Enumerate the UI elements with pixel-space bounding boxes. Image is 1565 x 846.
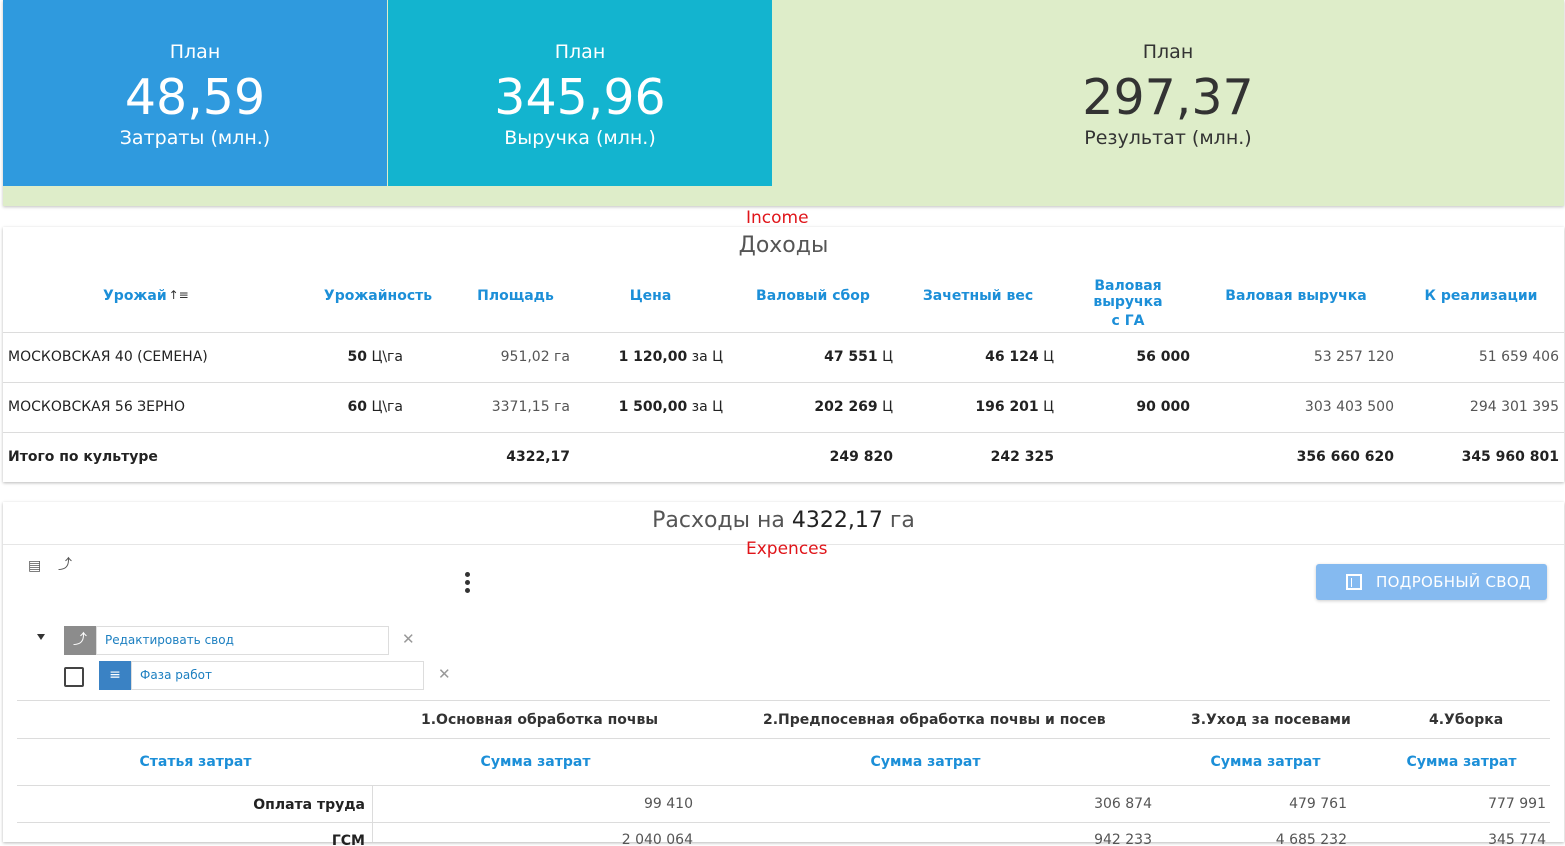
cell-area: 3371,15 га xyxy=(491,399,570,415)
divider xyxy=(3,382,1564,383)
col-header-label: Валовая выручка xyxy=(1093,278,1163,310)
total-area: 4322,17 xyxy=(506,449,570,465)
cell-gross-revenue: 303 403 500 xyxy=(1304,399,1394,415)
cell-sum: 99 410 xyxy=(644,796,693,812)
cell-sum: 777 991 xyxy=(1488,796,1546,812)
expenses-title: Расходы на 4322,17 га xyxy=(3,508,1564,533)
cell-yield: 60 Ц\га xyxy=(347,399,403,415)
col-header-gross-revenue[interactable]: Валовая выручка xyxy=(1221,288,1371,304)
cell-gross-revenue-ha: 56 000 xyxy=(1136,349,1190,365)
total-label: Итого по культуре xyxy=(8,449,158,465)
cell-for-sale: 294 301 395 xyxy=(1469,399,1559,415)
button-label: ПОДРОБНЫЙ СВОД xyxy=(1376,573,1531,591)
col-header-sum[interactable]: Сумма затрат xyxy=(853,754,998,770)
kpi-value: 297,37 xyxy=(1082,69,1254,126)
cell-cost-item: Оплата труда xyxy=(253,797,365,813)
cell-cost-item: ГСМ xyxy=(331,833,365,846)
divider xyxy=(17,785,1550,786)
cell-gross-revenue: 53 257 120 xyxy=(1313,349,1394,365)
cell-sum: 479 761 xyxy=(1289,796,1347,812)
income-annotation: Income xyxy=(746,208,809,228)
cell-price: 1 500,00 за Ц xyxy=(618,399,723,415)
cell-gross-revenue-ha: 90 000 xyxy=(1136,399,1190,415)
kpi-revenue-card[interactable]: План 345,96 Выручка (млн.) xyxy=(388,0,772,186)
phase-header: 3.Уход за посевами xyxy=(1191,712,1351,728)
pivot-chip[interactable]: Редактировать свод xyxy=(96,626,389,655)
kpi-label: План xyxy=(554,41,606,63)
collapse-caret-icon[interactable] xyxy=(37,634,45,640)
cell-sum: 942 233 xyxy=(1094,832,1152,846)
edit-pivot-icon[interactable]: ⤴ xyxy=(64,626,96,655)
detailed-summary-button[interactable]: ПОДРОБНЫЙ СВОД xyxy=(1316,564,1547,600)
expenses-title-suffix: га xyxy=(889,508,915,533)
edit-pivot-icon[interactable]: ⤴ xyxy=(58,557,76,573)
kpi-value: 345,96 xyxy=(494,69,666,126)
income-card: Доходы Урожай ↑≡ Урожайность Площадь Цена… xyxy=(3,227,1564,482)
kpi-label: План xyxy=(1142,41,1194,63)
kpi-label: План xyxy=(169,41,221,63)
col-header-sum[interactable]: Сумма затрат xyxy=(1193,754,1338,770)
list-icon[interactable]: ≡ xyxy=(99,661,131,690)
cell-sum: 345 774 xyxy=(1488,832,1546,846)
total-credit-weight: 242 325 xyxy=(990,449,1054,465)
cell-credit-weight: 46 124 Ц xyxy=(985,349,1054,365)
expenses-title-value: 4322,17 xyxy=(791,508,883,533)
col-header-yield[interactable]: Урожайность xyxy=(323,288,433,304)
cell-area: 951,02 га xyxy=(500,349,570,365)
divider xyxy=(17,822,1550,823)
kpi-sub: Затраты (млн.) xyxy=(119,127,271,149)
divider xyxy=(17,700,1550,701)
sort-ascending-icon[interactable]: ↑≡ xyxy=(169,288,189,302)
cell-sum: 306 874 xyxy=(1094,796,1152,812)
close-icon[interactable]: ✕ xyxy=(402,630,415,648)
row-checkbox[interactable] xyxy=(64,667,84,687)
cell-credit-weight: 196 201 Ц xyxy=(975,399,1054,415)
col-header-label: с ГА xyxy=(1111,313,1145,329)
col-header-price[interactable]: Цена xyxy=(618,288,683,304)
cell-gross-harvest: 202 269 Ц xyxy=(814,399,893,415)
divider xyxy=(3,432,1564,433)
cell-for-sale: 51 659 406 xyxy=(1478,349,1559,365)
table-view-icon[interactable]: ▤ xyxy=(28,558,46,574)
divider xyxy=(17,738,1550,739)
layout-icon xyxy=(1346,574,1362,590)
kpi-sub: Результат (млн.) xyxy=(1084,127,1252,149)
divider xyxy=(372,785,373,842)
more-options-icon[interactable] xyxy=(465,572,471,594)
phase-header: 1.Основная обработка почвы xyxy=(421,712,659,728)
expenses-annotation: Expences xyxy=(746,539,828,559)
kpi-costs-card[interactable]: План 48,59 Затраты (млн.) xyxy=(3,0,387,186)
cell-gross-harvest: 47 551 Ц xyxy=(824,349,893,365)
col-header-sum[interactable]: Сумма затрат xyxy=(1389,754,1534,770)
col-header-gross-harvest[interactable]: Валовый сбор xyxy=(748,288,878,304)
col-header-gross-revenue-ha[interactable]: Валовая выручка с ГА xyxy=(1058,278,1198,329)
col-header-credit-weight[interactable]: Зачетный вес xyxy=(918,288,1038,304)
cell-crop: МОСКОВСКАЯ 40 (СЕМЕНА) xyxy=(8,349,208,365)
col-header-cost-item[interactable]: Статья затрат xyxy=(123,754,268,770)
divider xyxy=(3,332,1564,333)
total-for-sale: 345 960 801 xyxy=(1461,449,1559,465)
total-gross-harvest: 249 820 xyxy=(829,449,893,465)
phase-header: 4.Уборка xyxy=(1429,712,1504,728)
col-header-area[interactable]: Площадь xyxy=(468,288,563,304)
col-header-label: Урожай xyxy=(103,288,167,304)
total-gross-revenue: 356 660 620 xyxy=(1296,449,1394,465)
cell-price: 1 120,00 за Ц xyxy=(618,349,723,365)
close-icon[interactable]: ✕ xyxy=(438,665,451,683)
cell-crop: МОСКОВСКАЯ 56 ЗЕРНО xyxy=(8,399,185,415)
phase-chip[interactable]: Фаза работ xyxy=(131,661,424,690)
kpi-sub: Выручка (млн.) xyxy=(504,127,656,149)
expenses-title-prefix: Расходы на xyxy=(652,508,785,533)
cell-yield: 50 Ц\га xyxy=(347,349,403,365)
kpi-result-card[interactable]: План 297,37 Результат (млн.) xyxy=(772,0,1564,186)
cell-sum: 2 040 064 xyxy=(621,832,693,846)
phase-header: 2.Предпосевная обработка почвы и посев xyxy=(763,712,1106,728)
kpi-panel: План 48,59 Затраты (млн.) План 345,96 Вы… xyxy=(3,0,1564,206)
col-header-sum[interactable]: Сумма затрат xyxy=(463,754,608,770)
kpi-value: 48,59 xyxy=(124,69,266,126)
col-header-for-sale[interactable]: К реализации xyxy=(1421,288,1541,304)
income-title: Доходы xyxy=(738,233,829,258)
col-header-crop[interactable]: Урожай ↑≡ xyxy=(103,288,189,304)
cell-sum: 4 685 232 xyxy=(1275,832,1347,846)
